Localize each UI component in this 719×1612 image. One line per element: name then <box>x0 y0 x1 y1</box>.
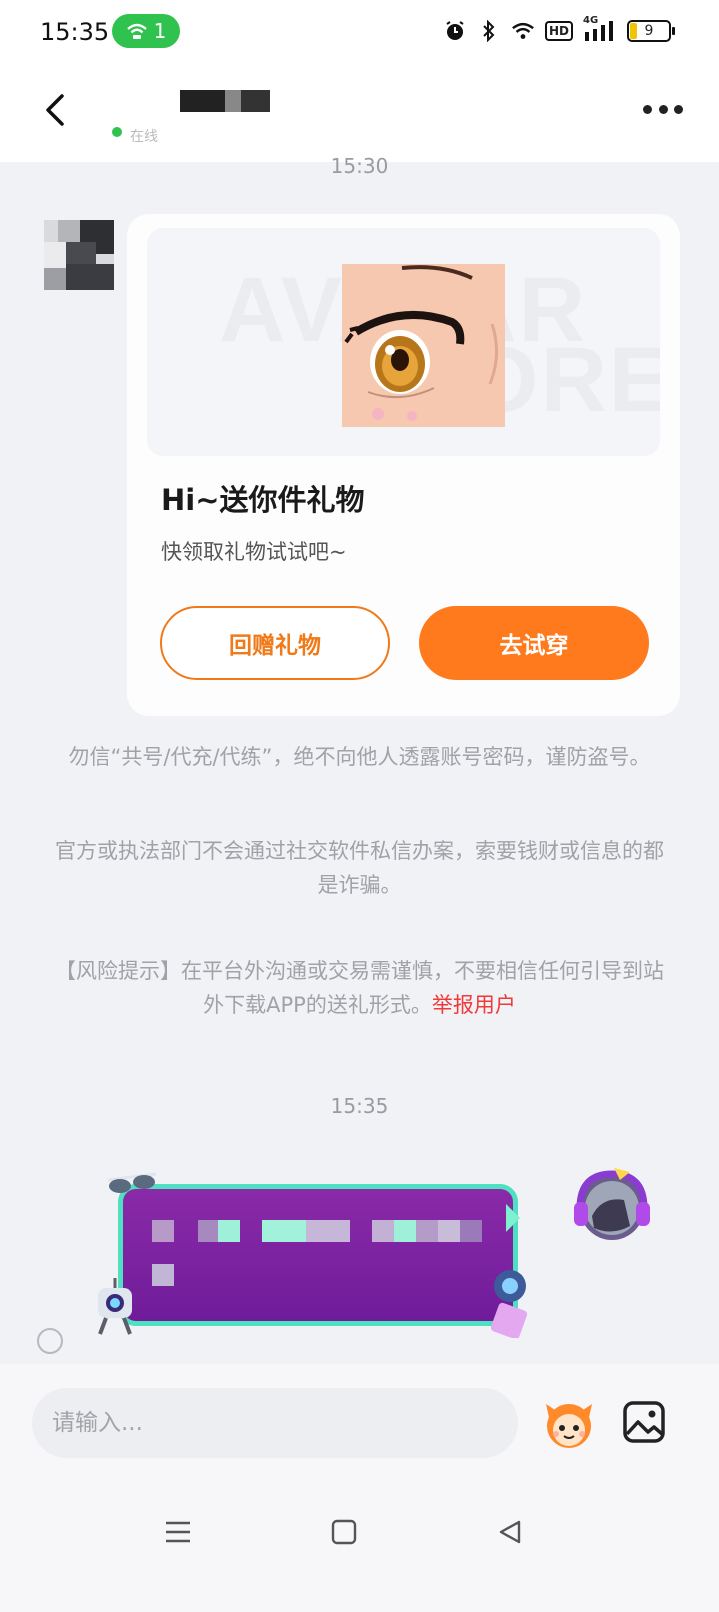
alarm-icon <box>443 19 467 43</box>
gift-preview[interactable]: AVATAR STORE <box>147 228 660 456</box>
robot-sticker-icon <box>98 1278 132 1335</box>
try-on-button[interactable]: 去试穿 <box>419 606 649 680</box>
nav-home-button[interactable] <box>324 1512 364 1552</box>
online-status-label: 在线 <box>130 129 158 145</box>
image-icon <box>623 1401 665 1443</box>
contact-name-redacted <box>180 90 270 112</box>
status-bar: 15:35 1 HD 4G 9 <box>0 0 719 62</box>
nav-menu-button[interactable] <box>158 1512 198 1552</box>
gift-eye-image <box>342 264 505 427</box>
home-square-icon <box>331 1519 357 1545</box>
wifi-icon <box>511 19 535 43</box>
gift-card: AVATAR STORE Hi~送你件礼物 快领取礼物试试吧~ 回赠礼物 去试穿 <box>127 214 680 716</box>
emoji-button[interactable] <box>540 1394 598 1452</box>
more-dots-icon <box>643 104 652 114</box>
more-dots-icon <box>658 104 668 114</box>
hotspot-count: 1 <box>153 19 167 43</box>
triangle-back-icon <box>499 1520 521 1544</box>
menu-icon <box>166 1521 190 1543</box>
battery-level: 9 <box>644 23 654 39</box>
sunglasses-sticker-icon <box>107 1172 157 1193</box>
more-dots-icon <box>674 104 683 114</box>
system-navigation-bar <box>0 1472 719 1612</box>
back-button[interactable] <box>36 88 76 132</box>
message-timestamp: 15:30 <box>330 154 389 178</box>
sender-avatar[interactable] <box>44 220 114 290</box>
cellular-label: 4G <box>583 15 599 26</box>
input-bar <box>0 1364 719 1472</box>
hotspot-icon <box>126 23 147 39</box>
hotspot-indicator: 1 <box>112 14 180 48</box>
headphone-frame-avatar-icon <box>574 1168 650 1240</box>
return-gift-button[interactable]: 回赠礼物 <box>160 606 390 680</box>
mascot-emoji-icon <box>546 1404 592 1448</box>
message-bubble <box>118 1184 518 1326</box>
cellular-signal-icon: 4G <box>583 15 617 43</box>
hd-badge: HD <box>544 21 573 41</box>
teal-arrow-icon <box>506 1204 520 1232</box>
status-time: 15:35 <box>40 18 110 46</box>
fraud-notice: 官方或执法部门不会通过社交软件私信办案，索要钱财或信息的都是诈骗。 <box>55 839 664 897</box>
photo-button[interactable] <box>622 1400 666 1444</box>
battery-icon: 9 <box>627 20 675 42</box>
report-user-link[interactable]: 举报用户 <box>432 993 516 1017</box>
outgoing-message[interactable] <box>92 1170 542 1350</box>
online-status-dot <box>112 127 122 137</box>
my-avatar[interactable] <box>572 1166 652 1246</box>
message-status-indicator <box>37 1328 63 1354</box>
status-icons: HD 4G 9 <box>443 15 675 46</box>
gift-title: Hi~送你件礼物 <box>161 483 365 517</box>
chevron-left-icon <box>46 94 64 126</box>
chat-header: 在线 <box>0 62 719 162</box>
bluetooth-icon <box>477 19 501 43</box>
gift-subtitle: 快领取礼物试试吧~ <box>161 540 347 564</box>
robot-drone-sticker-icon <box>490 1270 528 1338</box>
risk-notice: 【风险提示】在平台外沟通或交易需谨慎，不要相信任何引导到站外下载APP的送礼形式… <box>54 954 665 1022</box>
message-timestamp: 15:35 <box>330 1094 389 1118</box>
nav-back-button[interactable] <box>490 1512 530 1552</box>
message-input[interactable] <box>32 1388 518 1458</box>
more-options-button[interactable] <box>643 102 683 116</box>
risk-notice-text: 【风险提示】在平台外沟通或交易需谨慎，不要相信任何引导到站外下载APP的送礼形式… <box>55 959 664 1017</box>
security-notice: 勿信“共号/代充/代练”，绝不向他人透露账号密码，谨防盗号。 <box>68 745 651 769</box>
